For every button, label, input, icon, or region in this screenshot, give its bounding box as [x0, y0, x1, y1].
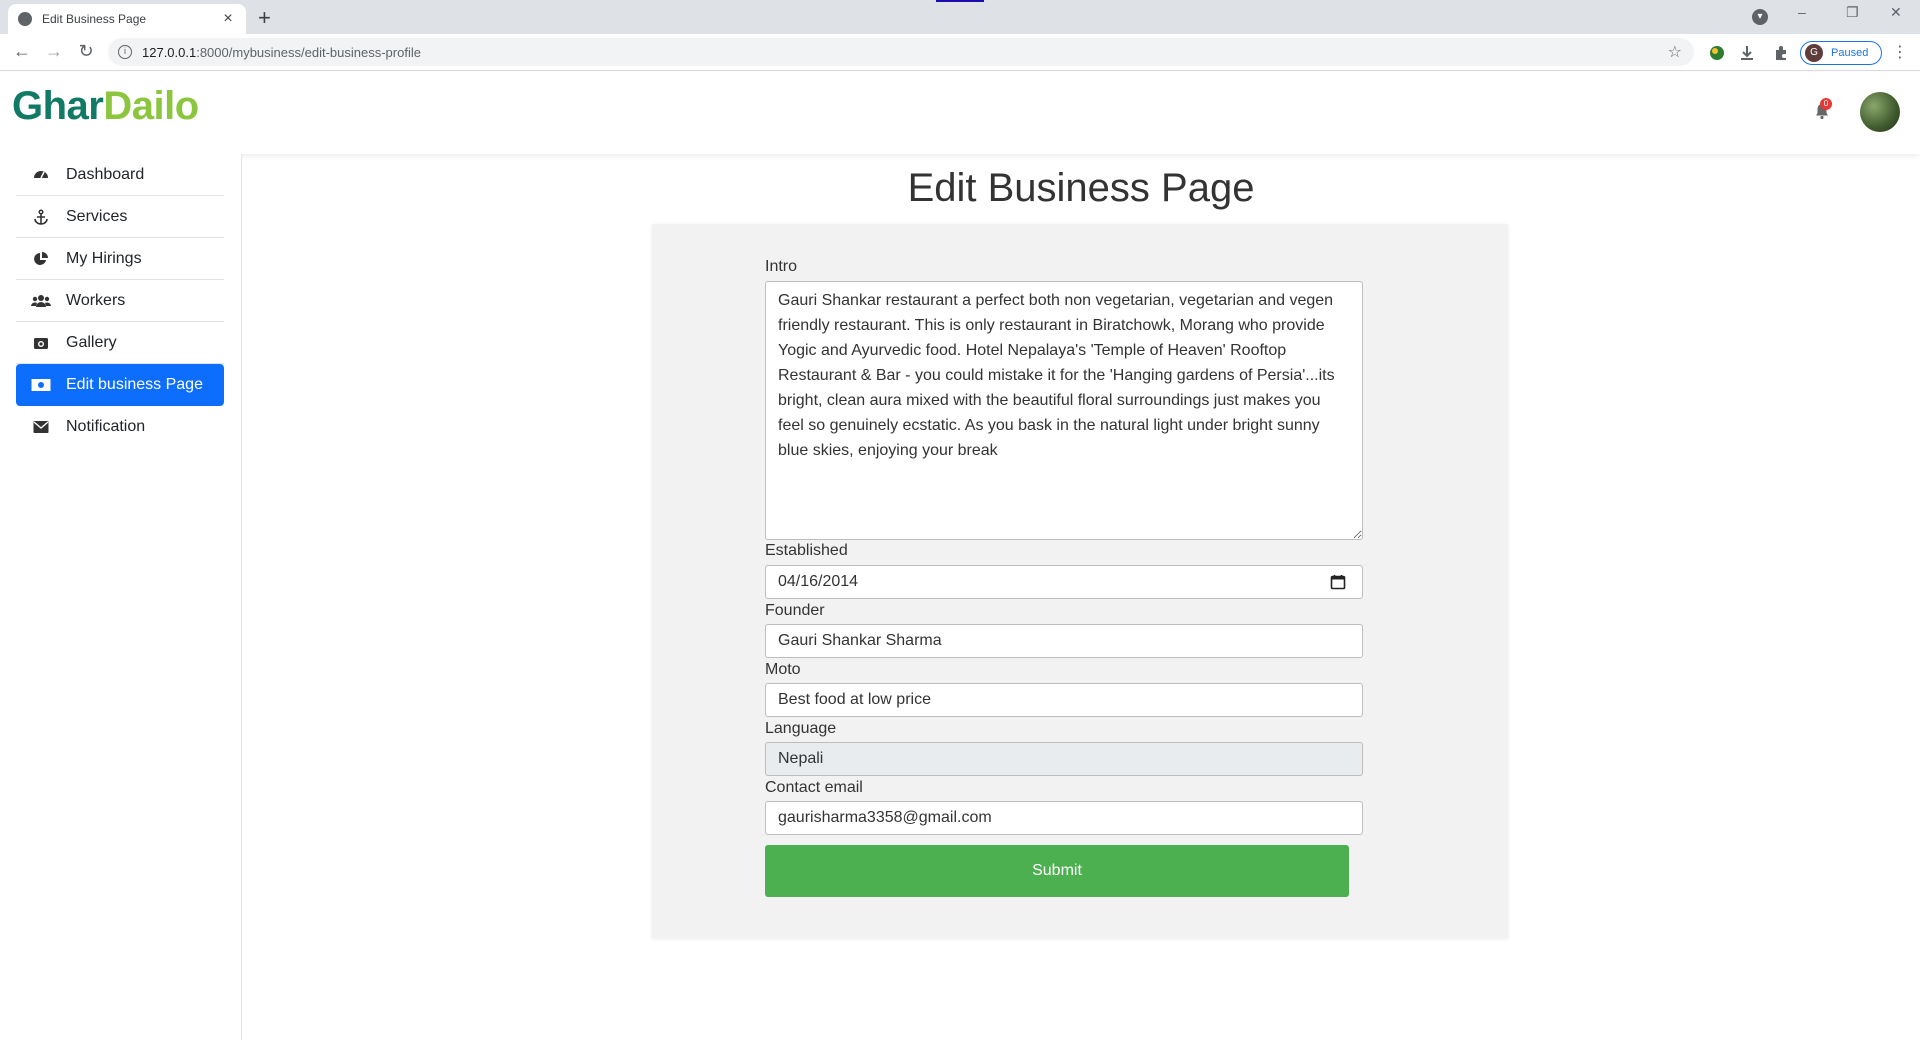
logo[interactable]: GharDailo	[12, 84, 199, 129]
submit-button[interactable]: Submit	[765, 845, 1349, 897]
reload-icon[interactable]: ↻	[74, 41, 98, 62]
site-info-icon[interactable]: i	[118, 45, 132, 59]
window-close-button[interactable]: ✕	[1890, 4, 1902, 21]
anchor-icon	[34, 208, 48, 225]
download-icon[interactable]	[1738, 44, 1756, 62]
moto-label: Moto	[765, 661, 801, 678]
sidebar-item-edit-business-page[interactable]: Edit business Page	[16, 364, 224, 406]
sidebar: Dashboard Services My Hirings Workers Ga…	[0, 154, 242, 1040]
back-icon[interactable]: ←	[10, 41, 34, 62]
sidebar-item-label: Dashboard	[66, 165, 145, 183]
sidebar-item-label: Gallery	[66, 333, 117, 351]
sidebar-item-gallery[interactable]: Gallery	[16, 322, 224, 364]
sidebar-item-label: Services	[66, 207, 128, 225]
calendar-icon[interactable]	[1330, 574, 1346, 590]
app-header: GharDailo 0	[0, 72, 1920, 154]
sidebar-item-dashboard[interactable]: Dashboard	[16, 154, 224, 196]
money-bill-icon	[31, 379, 51, 391]
window-minimize-button[interactable]: –	[1798, 4, 1806, 20]
url-host: 127.0.0.1	[142, 44, 197, 60]
founder-label: Founder	[765, 602, 825, 619]
sidebar-item-my-hirings[interactable]: My Hirings	[16, 238, 224, 280]
extensions-puzzle-icon[interactable]	[1772, 44, 1790, 62]
url-text[interactable]: 127.0.0.1:8000/mybusiness/edit-business-…	[142, 45, 1668, 60]
browser-tab[interactable]: Edit Business Page ×	[8, 4, 246, 34]
pie-chart-icon	[34, 251, 48, 265]
browser-toolbar: ← → ↻ i 127.0.0.1:8000/mybusiness/edit-b…	[0, 34, 1920, 71]
founder-input[interactable]: Gauri Shankar Sharma	[765, 624, 1363, 658]
envelope-icon	[33, 421, 49, 433]
window-restore-button[interactable]: ❐	[1846, 4, 1859, 21]
contact-email-input[interactable]: gaurisharma3358@gmail.com	[765, 801, 1363, 835]
forward-icon[interactable]: →	[42, 41, 66, 62]
new-tab-button[interactable]: +	[258, 5, 271, 31]
tab-title: Edit Business Page	[42, 12, 147, 26]
sidebar-item-workers[interactable]: Workers	[16, 280, 224, 322]
moto-input[interactable]: Best food at low price	[765, 683, 1363, 717]
intro-textarea[interactable]: Gauri Shankar restaurant a perfect both …	[765, 281, 1363, 540]
sidebar-item-notification[interactable]: Notification	[16, 406, 224, 448]
profile-avatar: G	[1805, 44, 1823, 62]
users-icon	[31, 294, 51, 307]
profile-status: Paused	[1831, 47, 1869, 59]
chrome-menu-icon[interactable]: ⋮	[1892, 42, 1908, 62]
logo-part2: Dailo	[103, 84, 199, 128]
url-path: :8000/mybusiness/edit-business-profile	[196, 44, 421, 60]
user-avatar[interactable]	[1860, 92, 1900, 132]
tab-indicator	[936, 0, 984, 2]
established-label: Established	[765, 542, 848, 559]
sidebar-item-label: Edit business Page	[66, 376, 203, 393]
globe-icon	[18, 12, 32, 26]
bookmark-star-icon[interactable]: ☆	[1668, 42, 1682, 62]
camera-icon	[34, 337, 48, 349]
extension-globe-icon[interactable]	[1708, 44, 1726, 62]
profile-button[interactable]: G Paused	[1800, 41, 1882, 65]
page-title: Edit Business Page	[907, 166, 1255, 210]
established-date-input[interactable]: 04/16/2014	[765, 565, 1363, 599]
sidebar-item-services[interactable]: Services	[16, 196, 224, 238]
dashboard-icon	[34, 170, 48, 178]
address-bar[interactable]: i 127.0.0.1:8000/mybusiness/edit-busines…	[108, 38, 1694, 66]
notification-badge: 0	[1820, 98, 1832, 110]
chrome-menu-dropdown-icon[interactable]: ▾	[1752, 9, 1768, 25]
tab-close-button[interactable]: ×	[220, 10, 236, 28]
browser-tab-bar: Edit Business Page × + ▾ – ❐ ✕	[0, 0, 1920, 34]
sidebar-item-label: My Hirings	[66, 249, 142, 267]
sidebar-item-label: Notification	[66, 418, 146, 435]
contact-email-label: Contact email	[765, 779, 863, 796]
sidebar-item-label: Workers	[66, 291, 126, 309]
intro-label: Intro	[765, 258, 798, 275]
logo-part1: Ghar	[12, 84, 104, 128]
language-label: Language	[765, 720, 837, 737]
language-input[interactable]: Nepali	[765, 742, 1363, 776]
